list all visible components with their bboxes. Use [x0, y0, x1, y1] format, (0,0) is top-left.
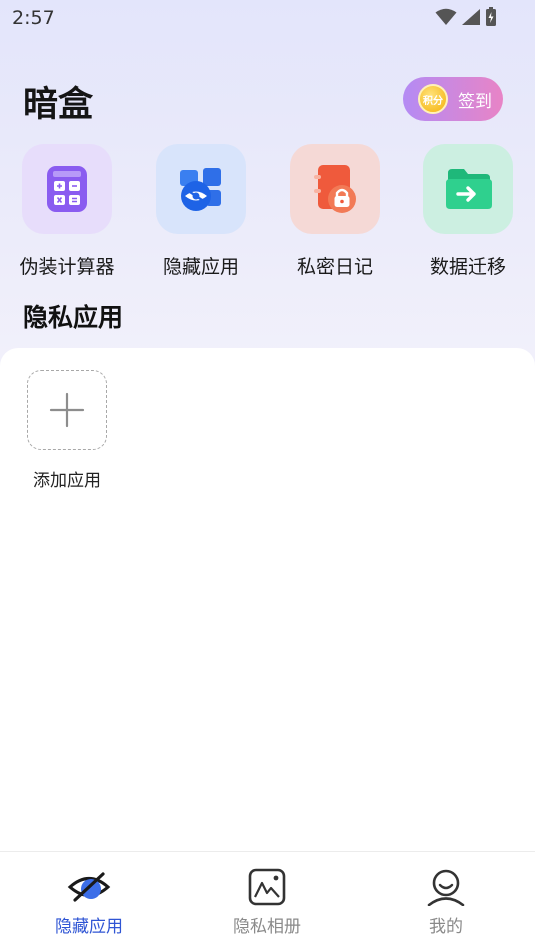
calculator-icon: [22, 144, 112, 234]
wifi-icon: [435, 8, 457, 25]
tool-label: 隐藏应用: [162, 256, 239, 278]
status-bar: 2:57: [0, 0, 535, 36]
tool-label: 数据迁移: [429, 256, 506, 278]
tool-disguise-calculator[interactable]: 伪装计算器: [0, 144, 134, 279]
locked-diary-icon: [290, 144, 380, 234]
tool-data-migration[interactable]: 数据迁移: [401, 144, 535, 279]
hidden-eye-icon: [67, 872, 111, 902]
tool-label: 伪装计算器: [19, 256, 115, 278]
nav-hidden-apps[interactable]: 隐藏应用: [19, 868, 159, 937]
add-app-box[interactable]: [27, 370, 107, 450]
bottom-nav: 隐藏应用 隐私相册 我的: [0, 851, 535, 952]
nav-label: 我的: [429, 917, 463, 937]
hidden-eye-icon: [156, 144, 246, 234]
nav-label: 隐私相册: [233, 917, 301, 937]
user-icon: [427, 869, 465, 906]
points-coin-icon: 积分: [418, 84, 448, 114]
folder-export-icon: [423, 144, 513, 234]
tool-hide-apps[interactable]: 隐藏应用: [134, 144, 268, 279]
private-apps-panel: 添加应用: [0, 348, 535, 851]
status-icons: [435, 7, 497, 27]
status-time: 2:57: [12, 7, 55, 29]
checkin-button[interactable]: 积分 签到: [403, 77, 503, 121]
signal-icon: [462, 9, 480, 25]
nav-profile[interactable]: 我的: [376, 868, 516, 937]
tool-private-diary[interactable]: 私密日记: [268, 144, 402, 279]
tools-row: 伪装计算器 隐藏应用 私密日记 数据迁移: [0, 144, 535, 278]
checkin-label: 签到: [458, 91, 492, 112]
battery-icon: [486, 7, 496, 26]
tool-label: 私密日记: [296, 256, 373, 278]
add-app-button[interactable]: 添加应用: [26, 370, 108, 491]
photo-album-icon: [248, 868, 286, 906]
plus-icon: [49, 392, 85, 428]
nav-private-album[interactable]: 隐私相册: [197, 868, 337, 937]
section-title: 隐私应用: [23, 303, 124, 332]
app-title: 暗盒: [23, 85, 94, 125]
add-app-label: 添加应用: [33, 471, 101, 491]
nav-label: 隐藏应用: [55, 917, 123, 937]
